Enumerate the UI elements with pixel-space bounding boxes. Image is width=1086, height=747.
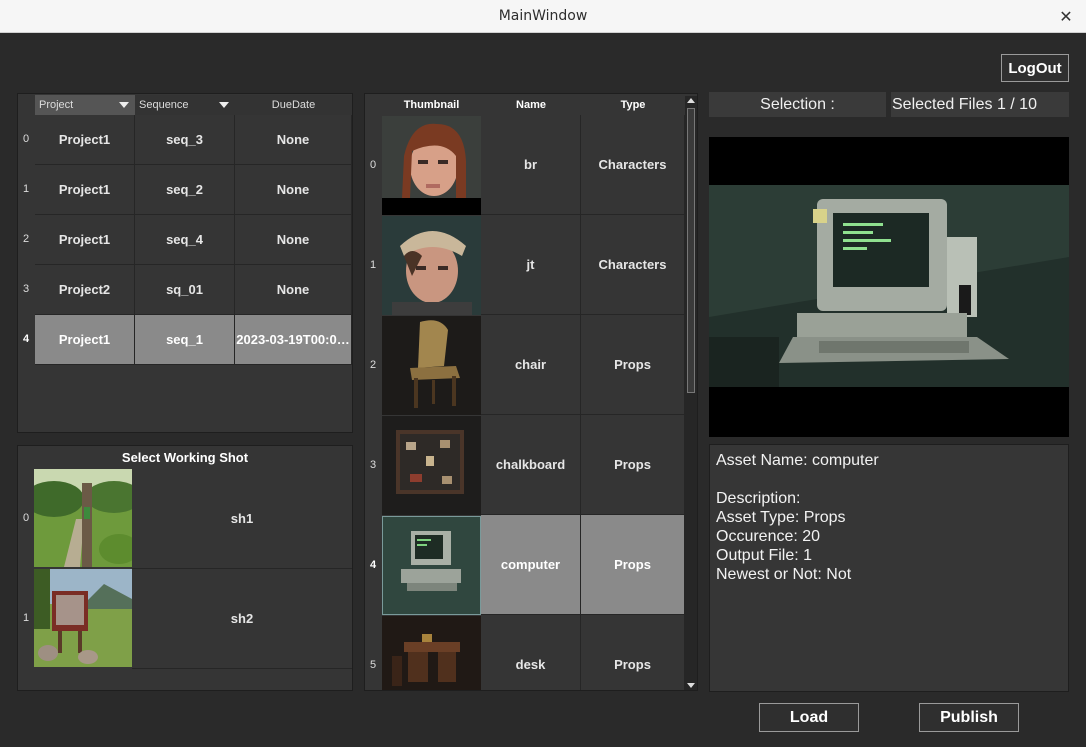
asset-name[interactable]: br	[481, 115, 581, 215]
asset-type[interactable]: Props	[581, 415, 685, 515]
asset-table: Thumbnail Name Type 0 br Characters 1 jt…	[364, 93, 698, 691]
row-index: 1	[369, 259, 377, 271]
cell-sequence[interactable]: seq_3	[135, 115, 235, 165]
asset-name[interactable]: chair	[481, 315, 581, 415]
cell-duedate[interactable]: None	[235, 215, 352, 265]
asset-scrollbar[interactable]	[685, 96, 697, 690]
selection-label: Selection :	[709, 92, 886, 117]
shot-list: Select Working Shot 0 sh1 1 sh2	[17, 445, 353, 691]
cell-sequence[interactable]: seq_2	[135, 165, 235, 215]
asset-name[interactable]: jt	[481, 215, 581, 315]
cell-sequence[interactable]: sq_01	[135, 265, 235, 315]
sort-arrow-icon[interactable]	[219, 102, 229, 108]
cell-duedate[interactable]: None	[235, 115, 352, 165]
asset-type[interactable]: Props	[581, 615, 685, 690]
cell-project[interactable]: Project1	[35, 115, 135, 165]
cell-project[interactable]: Project1	[35, 165, 135, 215]
asset-type-info: Asset Type: Props	[716, 509, 846, 526]
header-duedate[interactable]: DueDate	[235, 95, 352, 115]
asset-thumbnail[interactable]	[382, 616, 481, 690]
selected-files-count: Selected Files 1 / 10	[891, 92, 1069, 117]
shot-name[interactable]: sh1	[132, 469, 352, 569]
cell-duedate[interactable]: None	[235, 265, 352, 315]
cell-sequence[interactable]: seq_4	[135, 215, 235, 265]
asset-type[interactable]: Characters	[581, 115, 685, 215]
asset-thumbnail[interactable]	[382, 216, 481, 315]
asset-info: Asset Name: computer Description: Asset …	[709, 444, 1069, 692]
title-bar: MainWindow ✕	[0, 0, 1086, 33]
asset-type[interactable]: Props	[581, 515, 685, 615]
row-index: 1	[22, 183, 30, 195]
project-table: Project Sequence DueDate 0 Project1 seq_…	[17, 93, 353, 433]
asset-type[interactable]: Characters	[581, 215, 685, 315]
asset-thumbnail[interactable]	[382, 116, 481, 215]
scroll-up-icon[interactable]	[687, 98, 695, 103]
asset-thumbnail[interactable]	[382, 516, 481, 615]
row-index: 4	[369, 559, 377, 571]
asset-thumbnail[interactable]	[382, 416, 481, 515]
row-index: 0	[22, 512, 30, 524]
row-index: 2	[22, 233, 30, 245]
shot-thumbnail[interactable]	[34, 569, 132, 667]
asset-description-info: Description:	[716, 490, 801, 507]
close-icon[interactable]: ✕	[1056, 6, 1076, 26]
row-index: 0	[22, 133, 30, 145]
row-index: 5	[369, 659, 377, 671]
asset-name[interactable]: chalkboard	[481, 415, 581, 515]
asset-preview	[709, 137, 1069, 437]
row-index: 1	[22, 612, 30, 624]
cell-duedate[interactable]: None	[235, 165, 352, 215]
asset-type[interactable]: Props	[581, 315, 685, 415]
asset-name-info: Asset Name: computer	[716, 452, 879, 469]
asset-newest-info: Newest or Not: Not	[716, 566, 852, 583]
asset-thumbnail[interactable]	[382, 316, 481, 415]
cell-project[interactable]: Project1	[35, 215, 135, 265]
asset-name[interactable]: desk	[481, 615, 581, 690]
header-sequence[interactable]: Sequence	[135, 95, 235, 115]
row-index: 3	[22, 283, 30, 295]
cell-project[interactable]: Project1	[35, 315, 135, 365]
shot-thumbnail[interactable]	[34, 469, 132, 567]
asset-output-file-info: Output File: 1	[716, 547, 813, 564]
window-title: MainWindow	[498, 8, 588, 24]
asset-occurence-info: Occurence: 20	[716, 528, 821, 545]
asset-name[interactable]: computer	[481, 515, 581, 615]
logout-button[interactable]: LogOut	[1001, 54, 1069, 82]
row-index: 2	[369, 359, 377, 371]
cell-sequence[interactable]: seq_1	[135, 315, 235, 365]
row-index: 4	[22, 333, 30, 345]
row-index: 3	[369, 459, 377, 471]
publish-button[interactable]: Publish	[919, 703, 1019, 732]
shot-list-title: Select Working Shot	[121, 450, 249, 465]
scroll-down-icon[interactable]	[687, 683, 695, 688]
header-thumbnail[interactable]: Thumbnail	[382, 95, 481, 115]
cell-project[interactable]: Project2	[35, 265, 135, 315]
project-table-header: Project Sequence DueDate	[18, 95, 352, 115]
scroll-thumb[interactable]	[687, 108, 695, 393]
header-type[interactable]: Type	[581, 95, 685, 115]
shot-name[interactable]: sh2	[132, 569, 352, 669]
cell-duedate[interactable]: 2023-03-19T00:0…	[235, 315, 352, 365]
row-index: 0	[369, 159, 377, 171]
header-project[interactable]: Project	[35, 95, 135, 115]
header-name[interactable]: Name	[481, 95, 581, 115]
sort-arrow-icon[interactable]	[119, 102, 129, 108]
load-button[interactable]: Load	[759, 703, 859, 732]
